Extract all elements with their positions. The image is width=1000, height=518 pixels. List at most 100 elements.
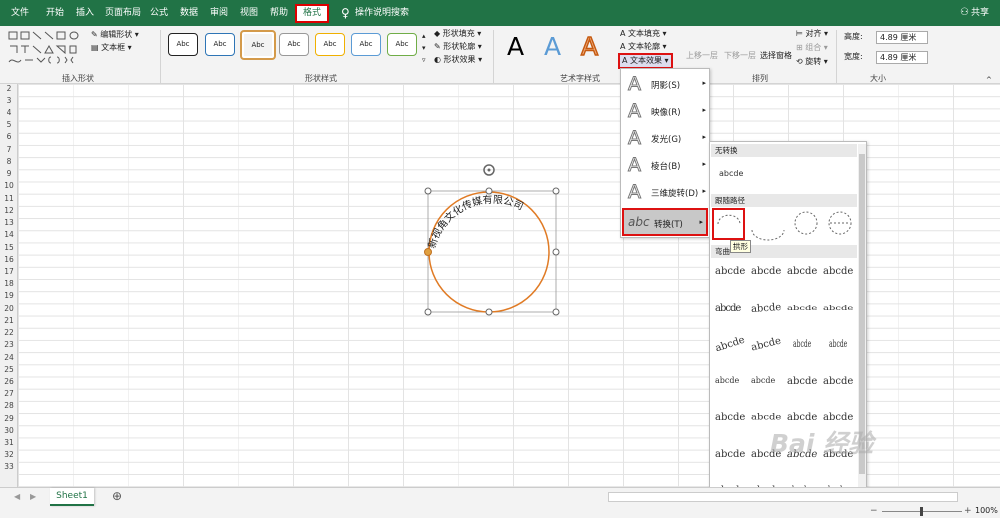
row-number[interactable]: 13 [0, 218, 18, 227]
row-number[interactable]: 23 [0, 340, 18, 349]
tab-page-layout[interactable]: 页面布局 [105, 0, 141, 26]
shape-fill-button[interactable]: ◆ 形状填充 ▾ [434, 28, 481, 40]
row-number[interactable]: 27 [0, 389, 18, 398]
row-number[interactable]: 24 [0, 353, 18, 362]
warp-option[interactable]: abcde [787, 376, 817, 387]
menu-item-reflection[interactable]: A 映像(R) ▸ [621, 98, 709, 124]
row-number[interactable]: 10 [0, 181, 18, 190]
row-number[interactable]: 9 [0, 169, 18, 178]
width-input[interactable]: 4.89 厘米 [876, 51, 928, 64]
selection-pane-button[interactable]: 选择窗格 [760, 50, 792, 62]
warp-option[interactable]: abcde [787, 266, 817, 277]
shapes-gallery[interactable] [7, 30, 92, 66]
menu-item-glow[interactable]: A 发光(G) ▸ [621, 125, 709, 151]
resize-handle[interactable] [424, 308, 432, 316]
row-number[interactable]: 28 [0, 401, 18, 410]
row-number[interactable]: 6 [0, 132, 18, 141]
tab-file[interactable]: 文件 [11, 0, 29, 26]
tab-format[interactable]: 格式 [295, 4, 330, 23]
arch-down-option[interactable] [751, 229, 785, 241]
row-number[interactable]: 4 [0, 108, 18, 117]
warp-option[interactable]: abcde [715, 412, 745, 423]
row-number[interactable]: 33 [0, 462, 18, 471]
wordart-style-black[interactable]: A [507, 32, 524, 62]
horizontal-scrollbar[interactable] [608, 492, 958, 502]
text-box-button[interactable]: ▤ 文本框 ▾ [91, 42, 132, 54]
shape-style-7[interactable]: Abc [387, 33, 417, 56]
tell-me-search[interactable]: 操作说明搜索 [355, 0, 409, 26]
row-number[interactable]: 26 [0, 377, 18, 386]
warp-option[interactable]: abcde [715, 449, 745, 460]
warp-option[interactable]: abcde [823, 412, 853, 423]
row-number[interactable]: 18 [0, 279, 18, 288]
no-transform-option[interactable]: abcde [719, 169, 743, 178]
warp-option[interactable]: abcde [823, 305, 853, 312]
row-number[interactable]: 31 [0, 438, 18, 447]
row-number[interactable]: 5 [0, 120, 18, 129]
shape-style-3[interactable]: Abc [240, 30, 276, 60]
warp-option[interactable]: abcde [751, 376, 775, 385]
tab-formulas[interactable]: 公式 [150, 0, 168, 26]
row-number[interactable]: 7 [0, 145, 18, 154]
circle-path-option[interactable] [794, 211, 818, 235]
shape-style-1[interactable]: Abc [168, 33, 198, 56]
row-number[interactable]: 32 [0, 450, 18, 459]
warp-option[interactable]: abcde [823, 376, 853, 387]
tab-help[interactable]: 帮助 [270, 0, 288, 26]
row-number[interactable]: 19 [0, 291, 18, 300]
row-number[interactable]: 30 [0, 426, 18, 435]
resize-handle[interactable] [552, 187, 560, 195]
text-fill-button[interactable]: A 文本填充 ▾ [620, 28, 667, 40]
text-outline-button[interactable]: A 文本轮廓 ▾ [620, 41, 667, 53]
adjust-handle[interactable] [424, 248, 432, 256]
row-number[interactable]: 16 [0, 255, 18, 264]
row-number[interactable]: 20 [0, 304, 18, 313]
shape-style-5[interactable]: Abc [315, 33, 345, 56]
warp-option[interactable]: abcde [750, 335, 782, 353]
edit-shape-button[interactable]: ✎ 编辑形状 ▾ [91, 29, 139, 41]
row-number[interactable]: 21 [0, 316, 18, 325]
warp-option[interactable]: abcde [793, 339, 811, 350]
warp-option[interactable]: abcde [823, 266, 853, 277]
shape-style-2[interactable]: Abc [205, 33, 235, 56]
row-number[interactable]: 8 [0, 157, 18, 166]
warp-option[interactable]: abcde [714, 335, 746, 355]
warp-option[interactable]: abcde [751, 266, 781, 277]
tab-review[interactable]: 审阅 [210, 0, 228, 26]
rotate-button[interactable]: ⟲ 旋转 ▾ [796, 56, 828, 68]
warp-option[interactable]: abcde [787, 305, 817, 312]
scroll-right-icon[interactable]: ▶ [30, 492, 36, 501]
row-number[interactable]: 2 [0, 84, 18, 93]
row-number[interactable]: 25 [0, 365, 18, 374]
send-backward-button[interactable]: 下移一层 [724, 50, 756, 62]
align-button[interactable]: ⊨ 对齐 ▾ [796, 28, 828, 40]
height-input[interactable]: 4.89 厘米 [876, 31, 928, 44]
row-number[interactable]: 29 [0, 414, 18, 423]
zoom-thumb[interactable] [920, 507, 923, 516]
share-button[interactable]: 共享 [971, 0, 989, 26]
menu-item-bevel[interactable]: A 棱台(B) ▸ [621, 152, 709, 178]
resize-handle[interactable] [552, 308, 560, 316]
group-button[interactable]: ⊞ 组合 ▾ [796, 42, 828, 54]
warp-option[interactable]: abcde [829, 339, 847, 350]
menu-item-shadow[interactable]: A 阴影(S) ▸ [621, 71, 709, 97]
row-number[interactable]: 22 [0, 328, 18, 337]
rotate-handle-icon[interactable] [483, 164, 495, 176]
menu-item-transform[interactable]: abc 转换(T) ▸ [622, 208, 708, 236]
tab-view[interactable]: 视图 [240, 0, 258, 26]
warp-option[interactable]: abcde [787, 412, 817, 423]
warp-option[interactable]: abcde [751, 301, 782, 314]
wordart-style-blue[interactable]: A [544, 32, 561, 62]
zoom-out-icon[interactable]: − [870, 506, 878, 516]
warp-option[interactable]: abcde [751, 413, 781, 422]
resize-handle[interactable] [485, 187, 493, 195]
shape-effect-button[interactable]: ◐ 形状效果 ▾ [434, 54, 482, 66]
warp-option[interactable]: abcde [715, 303, 741, 314]
zoom-in-icon[interactable]: + [964, 506, 972, 516]
add-sheet-icon[interactable]: ⊕ [112, 489, 122, 503]
row-number[interactable]: 3 [0, 96, 18, 105]
gallery-more-button[interactable]: ▴ ▾ ▿ [422, 30, 426, 66]
tab-insert[interactable]: 插入 [76, 0, 94, 26]
bring-forward-button[interactable]: 上移一层 [686, 50, 718, 62]
menu-item-3d-rotation[interactable]: A 三维旋转(D) ▸ [621, 179, 709, 205]
